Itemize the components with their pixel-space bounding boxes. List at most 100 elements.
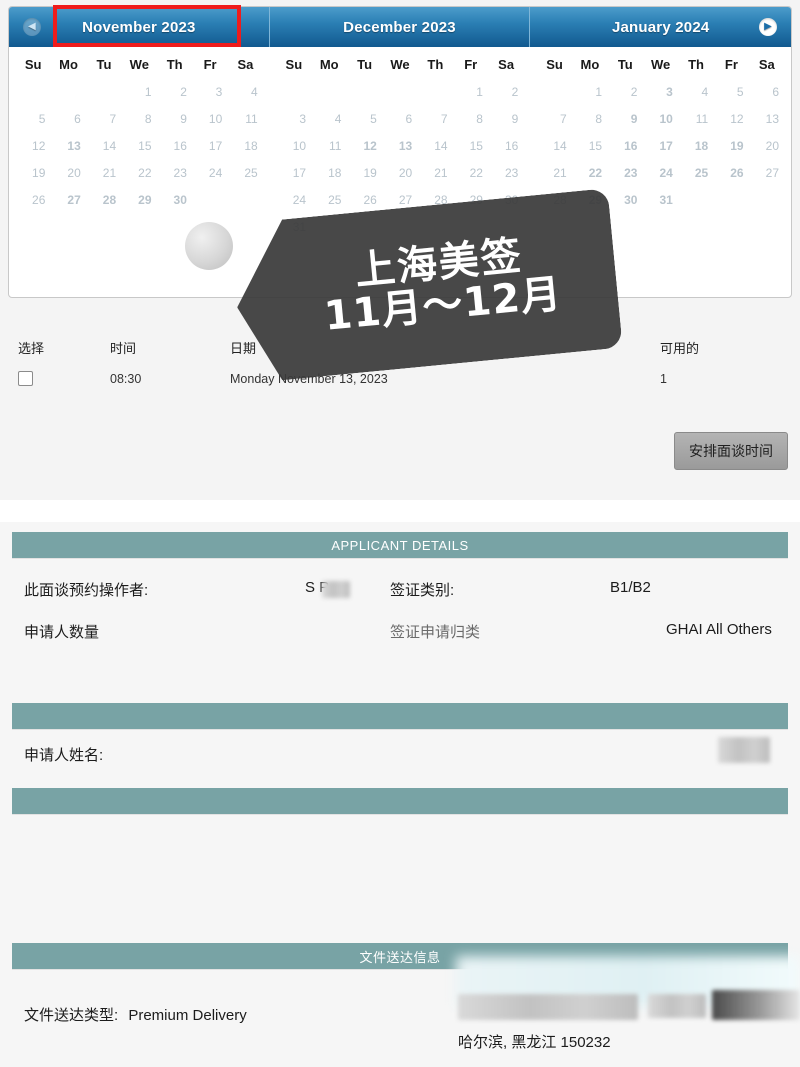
calendar-day-18[interactable]: 18 bbox=[679, 133, 713, 159]
calendar-day-22[interactable]: 22 bbox=[573, 160, 607, 186]
calendar-day-30[interactable]: 30 bbox=[158, 187, 192, 213]
calendar-day-17: 17 bbox=[292, 166, 307, 180]
calendar-day-6: 6 bbox=[772, 85, 780, 99]
slot-checkbox[interactable] bbox=[18, 371, 33, 386]
calendar-cell-empty bbox=[51, 79, 85, 105]
calendar-day-16: 16 bbox=[504, 139, 519, 153]
calendar-day-18: 18 bbox=[244, 139, 258, 153]
weekday-header-mo: Mo bbox=[59, 57, 78, 72]
calendar-day-3: 3 bbox=[215, 85, 223, 99]
calendar-day-17: 17 bbox=[208, 139, 223, 153]
calendar-cell-empty bbox=[537, 79, 571, 105]
calendar-cell-empty bbox=[383, 79, 417, 105]
calendar-day-10[interactable]: 10 bbox=[643, 106, 677, 132]
schedule-interview-button[interactable]: 安排面谈时间 bbox=[674, 432, 788, 470]
section-header-blank-lower bbox=[12, 788, 788, 814]
calendar-day-3[interactable]: 3 bbox=[643, 79, 677, 105]
calendar-day-23: 23 bbox=[173, 166, 187, 180]
calendar-day-14: 14 bbox=[553, 139, 567, 153]
calendar-week-row: 12 13 14 15 16 17 18 bbox=[16, 133, 263, 159]
calendar-day-12[interactable]: 12 bbox=[347, 133, 381, 159]
calendar-day-20: 20 bbox=[398, 166, 413, 180]
calendar-cell-empty bbox=[16, 79, 50, 105]
calendar-week-row: 5 6 7 8 9 10 11 bbox=[16, 106, 263, 132]
weekday-header-sa: Sa bbox=[498, 57, 515, 72]
calendar-day-6: 6 bbox=[405, 112, 413, 126]
calendar-day-7: 7 bbox=[440, 112, 448, 126]
calendar-day-16[interactable]: 16 bbox=[608, 133, 642, 159]
calendar-day-23[interactable]: 23 bbox=[608, 160, 642, 186]
calendar-day-9[interactable]: 9 bbox=[608, 106, 642, 132]
calendar-day-20: 20 bbox=[67, 166, 81, 180]
slot-available-count: 1 bbox=[660, 371, 667, 386]
calendar-day-7: 7 bbox=[109, 112, 117, 126]
calendar-week-row: 1 2 3 4 bbox=[16, 79, 263, 105]
calendar-day-28[interactable]: 28 bbox=[87, 187, 121, 213]
calendar-day-2: 2 bbox=[180, 85, 187, 99]
grey-circle-artifact bbox=[185, 222, 233, 270]
calendar-cell-empty bbox=[193, 187, 227, 213]
weekday-header-th: Th bbox=[166, 57, 183, 72]
calendar-day-30[interactable]: 30 bbox=[608, 187, 642, 213]
slots-header-select: 选择 bbox=[18, 341, 45, 356]
calendar-screenshot-panel: ◀ November 2023 December 2023 January 20… bbox=[0, 0, 800, 508]
calendar-day-5: 5 bbox=[38, 112, 46, 126]
delivery-type-row: 文件送达类型: Premium Delivery bbox=[24, 1004, 247, 1025]
calendar-day-21: 21 bbox=[553, 166, 567, 180]
month-title-january: January 2024 bbox=[611, 18, 710, 36]
weekday-header-sa: Sa bbox=[237, 57, 254, 72]
slot-time: 08:30 bbox=[110, 371, 142, 386]
calendar-day-9: 9 bbox=[180, 112, 187, 126]
calendar-header: ◀ November 2023 December 2023 January 20… bbox=[9, 7, 791, 47]
chevron-left-icon[interactable]: ◀ bbox=[23, 18, 41, 36]
calendar-day-5: 5 bbox=[370, 112, 377, 126]
calendar-day-21: 21 bbox=[434, 166, 448, 180]
calendar-day-13[interactable]: 13 bbox=[51, 133, 85, 159]
weekday-header-tu: Tu bbox=[96, 57, 112, 72]
calendar-day-11: 11 bbox=[245, 112, 258, 126]
calendar-day-24: 24 bbox=[208, 166, 223, 180]
calendar-day-26[interactable]: 26 bbox=[714, 160, 748, 186]
calendar-day-1: 1 bbox=[476, 85, 483, 99]
applicant-details-screenshot-panel: APPLICANT DETAILS 此面谈预约操作者: S P 签证类别: B1… bbox=[0, 522, 800, 1067]
calendar-day-27[interactable]: 27 bbox=[51, 187, 85, 213]
calendar-day-21: 21 bbox=[102, 166, 117, 180]
calendar-day-26: 26 bbox=[32, 193, 46, 207]
calendar-day-4: 4 bbox=[334, 112, 342, 126]
applicant-name-redaction bbox=[718, 737, 770, 763]
calendar-day-29[interactable]: 29 bbox=[122, 187, 156, 213]
calendar-day-10: 10 bbox=[208, 112, 223, 126]
calendar-day-25[interactable]: 25 bbox=[679, 160, 713, 186]
calendar-day-15: 15 bbox=[138, 139, 152, 153]
delivery-type-value: Premium Delivery bbox=[128, 1007, 247, 1024]
weekday-header-fr: Fr bbox=[724, 57, 738, 72]
weekday-header-mo: Mo bbox=[580, 57, 600, 72]
calendar-day-24: 24 bbox=[292, 193, 307, 207]
table-row[interactable]: 08:30 Monday November 13, 2023 1 bbox=[0, 371, 800, 386]
calendar-day-17[interactable]: 17 bbox=[643, 133, 677, 159]
calendar-day-8: 8 bbox=[144, 112, 152, 126]
calendar-day-8: 8 bbox=[476, 112, 483, 126]
calendar-week-row: 21 22 23 24 25 26 27 bbox=[537, 160, 784, 186]
delivery-city-line: 哈尔滨, 黑龙江 150232 bbox=[458, 1034, 611, 1051]
calendar-day-14: 14 bbox=[102, 139, 117, 153]
applicant-name-label: 申请人姓名: bbox=[24, 747, 104, 764]
delivery-address-redaction-2 bbox=[648, 994, 706, 1018]
visa-class-value: B1/B2 bbox=[610, 579, 651, 596]
applicant-count-label: 申请人数量 bbox=[24, 624, 100, 641]
weekday-header-su: Su bbox=[24, 57, 42, 72]
section-header-applicant-details: APPLICANT DETAILS bbox=[12, 532, 788, 558]
chevron-right-icon[interactable]: ▶ bbox=[759, 18, 778, 36]
visa-category-value: GHAI All Others bbox=[666, 621, 772, 638]
calendar-day-24[interactable]: 24 bbox=[643, 160, 677, 186]
calendar-day-19[interactable]: 19 bbox=[714, 133, 748, 159]
calendar-week-row: 19 20 21 22 23 24 25 bbox=[16, 160, 263, 186]
calendar-day-13: 13 bbox=[765, 112, 780, 126]
panel-separator bbox=[0, 500, 800, 522]
section-header-blank-upper bbox=[12, 703, 788, 729]
calendar-day-13[interactable]: 13 bbox=[383, 133, 417, 159]
calendar-day-22: 22 bbox=[469, 166, 483, 180]
calendar-day-31[interactable]: 31 bbox=[643, 187, 677, 213]
calendar-day-15: 15 bbox=[469, 139, 483, 153]
weekday-header-we: We bbox=[390, 57, 410, 72]
